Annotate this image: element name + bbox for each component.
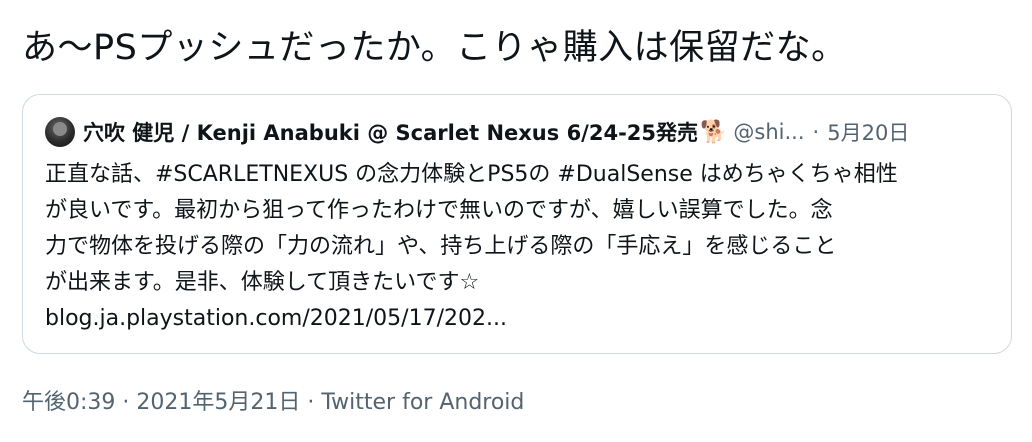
meta-separator: · [300,390,322,415]
tweet-metadata: 午後0:39 · 2021年5月21日 · Twitter for Androi… [22,388,524,418]
quoted-text-line: 力で物体を投げる際の「力の流れ」や、持ち上げる際の「手応え」を感じること [45,234,837,259]
meta-separator: · [115,390,137,415]
header-separator: · [812,120,820,144]
tweet-time[interactable]: 午後0:39 [22,390,115,415]
quoted-tweet-card[interactable]: 穴吹 健児 / Kenji Anabuki @ Scarlet Nexus 6/… [22,94,1012,354]
quoted-tweet-header: 穴吹 健児 / Kenji Anabuki @ Scarlet Nexus 6/… [45,117,995,147]
dog-emoji-icon: 🐕 [700,119,728,145]
quoted-tweet-date[interactable]: 5月20日 [827,117,909,147]
quoted-author-name[interactable]: 穴吹 健児 / Kenji Anabuki @ Scarlet Nexus 6/… [83,117,698,147]
tweet-text: あ〜PSプッシュだったか。こりゃ購入は保留だな。 [22,28,847,68]
quoted-text-line: 正直な話、#SCARLETNEXUS の念力体験とPS5の #DualSense… [45,162,898,187]
quoted-author-handle[interactable]: @shi... [733,120,804,144]
avatar[interactable] [45,117,75,147]
tweet-client[interactable]: Twitter for Android [321,390,524,415]
tweet-date[interactable]: 2021年5月21日 [136,390,300,415]
quoted-tweet-body: 正直な話、#SCARLETNEXUS の念力体験とPS5の #DualSense… [45,157,995,337]
quoted-text-line: が良いです。最初から狙って作ったわけで無いのですが、嬉しい誤算でした。念 [45,198,833,223]
quoted-link[interactable]: blog.ja.playstation.com/2021/05/17/202..… [45,301,995,337]
quoted-text-line: が出来ます。是非、体験して頂きたいです☆ [45,270,480,295]
